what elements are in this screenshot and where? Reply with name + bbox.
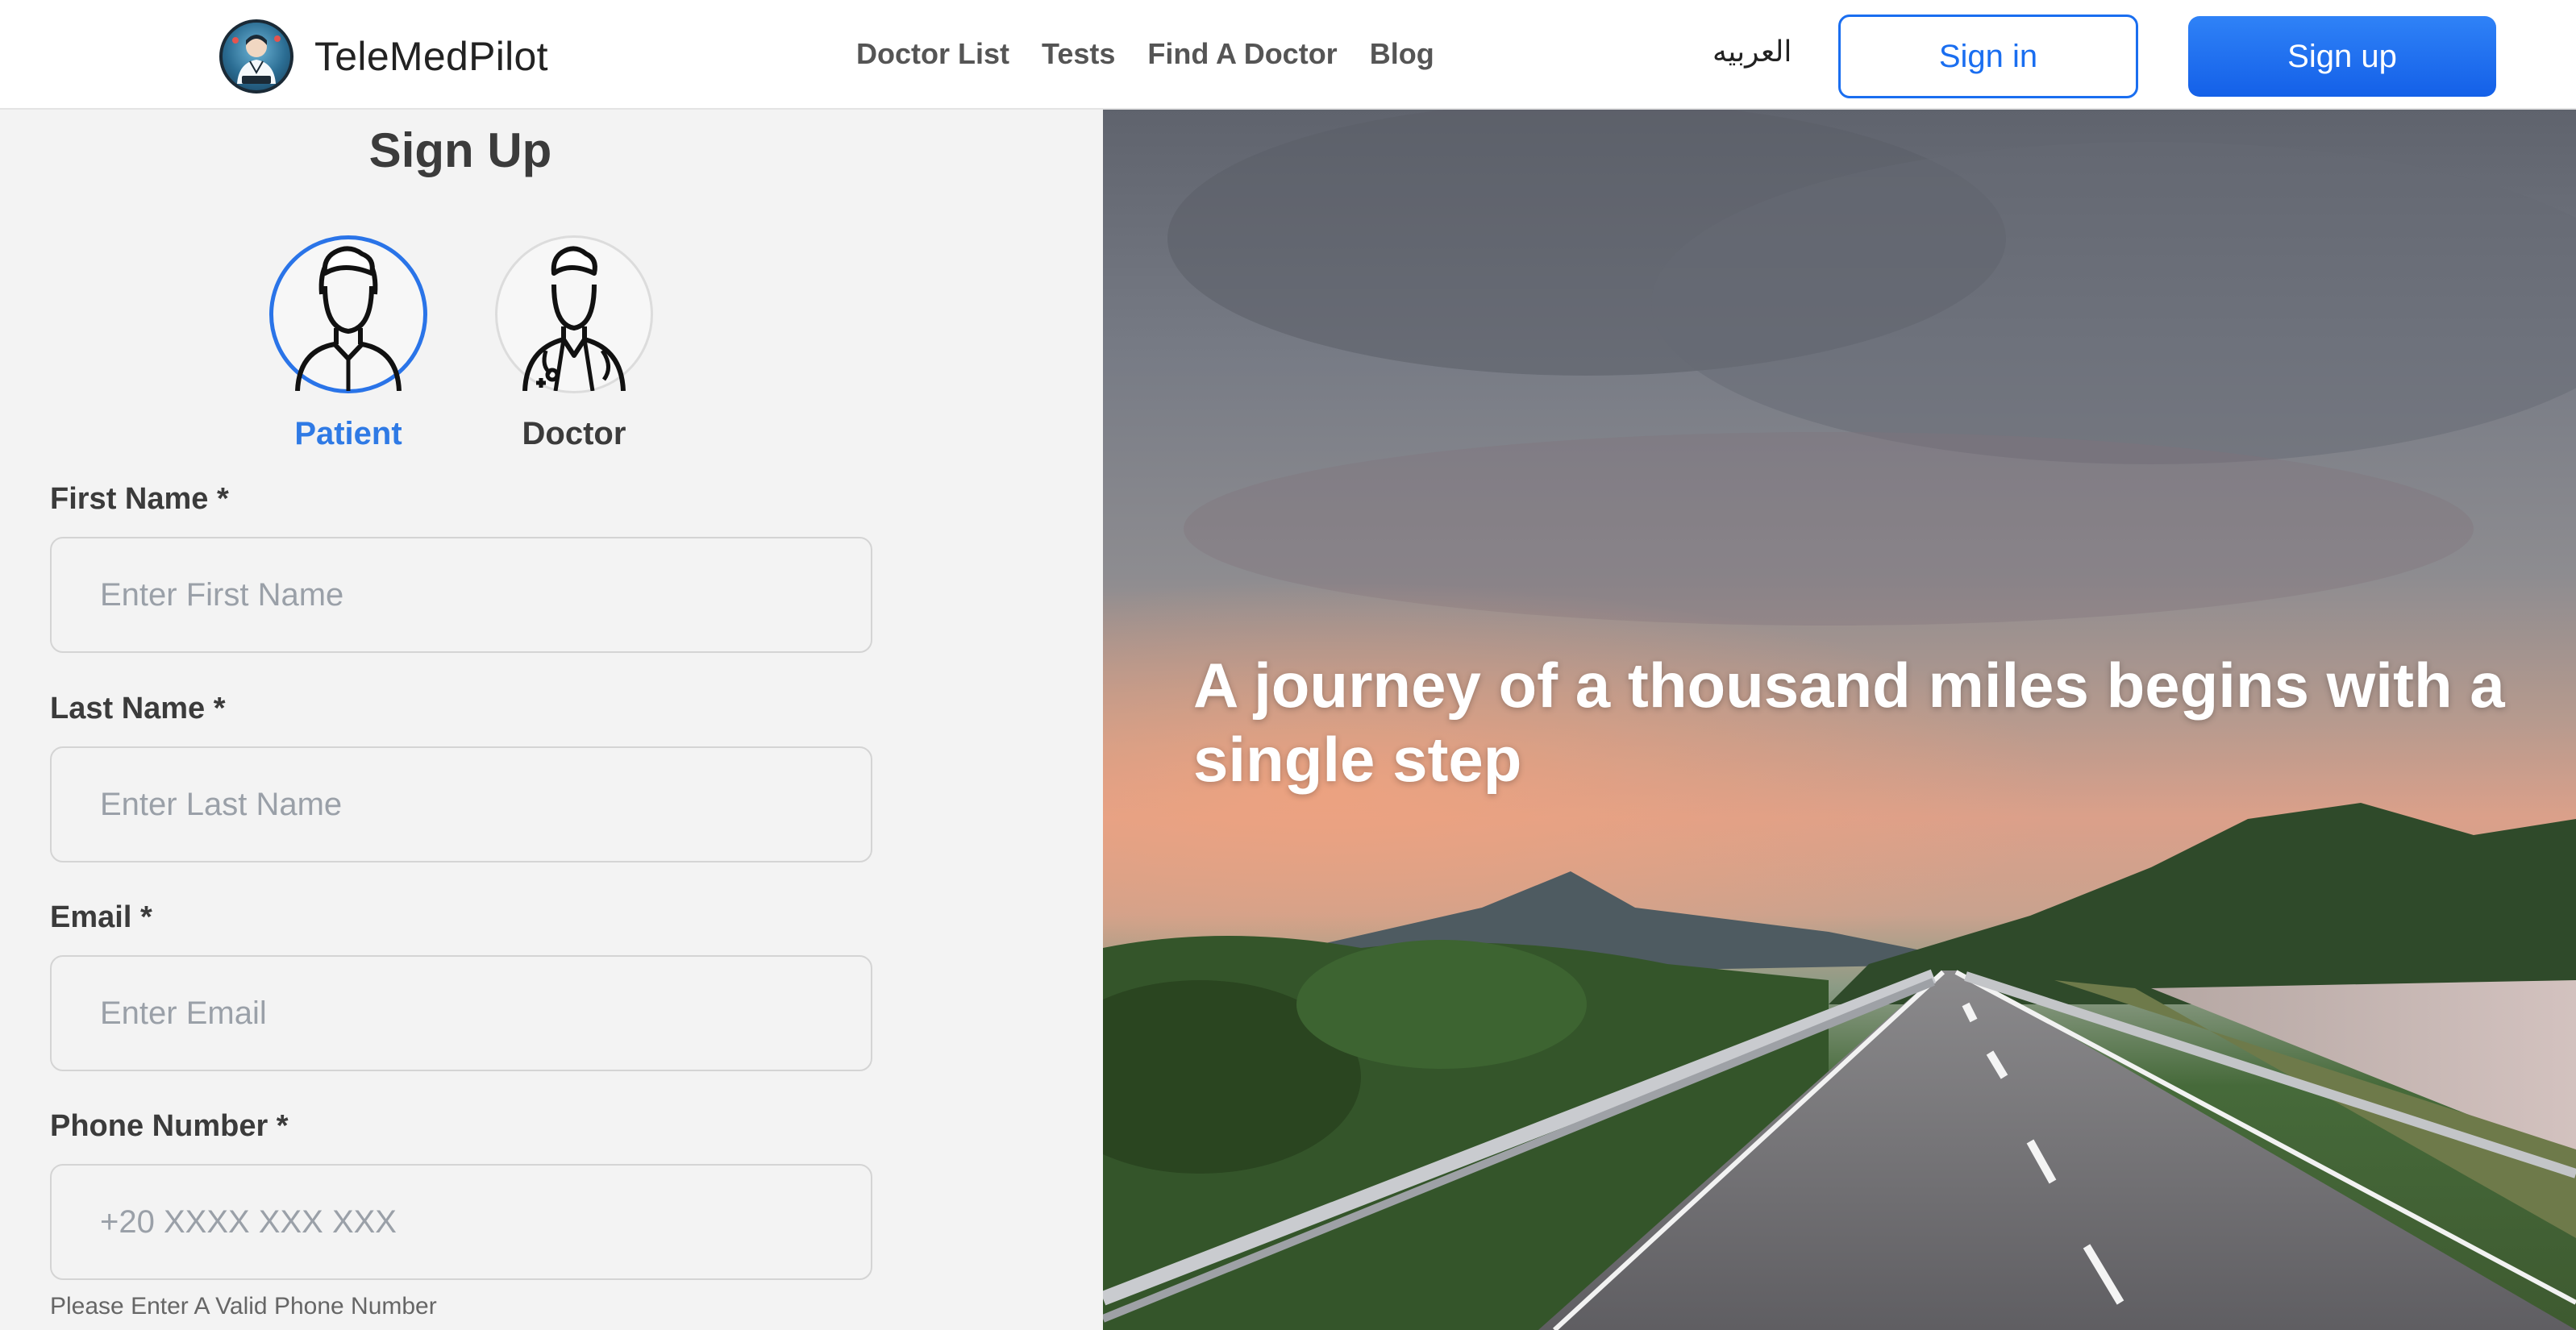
patient-avatar-icon bbox=[269, 235, 427, 393]
role-option-doctor[interactable]: Doctor bbox=[493, 235, 655, 452]
main-nav: Doctor List Tests Find A Doctor Blog bbox=[856, 37, 1434, 71]
phone-helper-text: Please Enter A Valid Phone Number bbox=[50, 1293, 437, 1320]
nav-doctor-list[interactable]: Doctor List bbox=[856, 37, 1009, 71]
sign-in-button[interactable]: Sign in bbox=[1838, 15, 2138, 98]
doctor-avatar-icon bbox=[495, 235, 653, 393]
language-toggle[interactable]: العربيه bbox=[1712, 35, 1792, 69]
hero-landscape-image: A journey of a thousand miles begins wit… bbox=[1103, 110, 2576, 1330]
brand-name: TeleMedPilot bbox=[314, 34, 548, 79]
first-name-input[interactable] bbox=[50, 537, 872, 653]
first-name-label: First Name * bbox=[50, 482, 229, 516]
role-label-patient: Patient bbox=[294, 416, 402, 451]
form-title: Sign Up bbox=[368, 123, 552, 177]
role-option-patient[interactable]: Patient bbox=[268, 235, 429, 452]
role-label-doctor: Doctor bbox=[522, 416, 626, 451]
phone-number-label: Phone Number * bbox=[50, 1109, 289, 1143]
nav-blog[interactable]: Blog bbox=[1370, 37, 1434, 71]
telemed-logo-icon bbox=[219, 19, 293, 94]
nav-tests[interactable]: Tests bbox=[1042, 37, 1115, 71]
top-navigation-bar: TeleMedPilot Doctor List Tests Find A Do… bbox=[0, 0, 2576, 110]
sign-up-button[interactable]: Sign up bbox=[2188, 16, 2496, 97]
last-name-label: Last Name * bbox=[50, 692, 226, 725]
brand[interactable]: TeleMedPilot bbox=[219, 19, 548, 94]
email-input[interactable] bbox=[50, 955, 872, 1071]
hero-quote: A journey of a thousand miles begins wit… bbox=[1193, 650, 2505, 795]
last-name-input[interactable] bbox=[50, 746, 872, 862]
nav-find-a-doctor[interactable]: Find A Doctor bbox=[1147, 37, 1337, 71]
phone-number-input[interactable] bbox=[50, 1164, 872, 1280]
email-label: Email * bbox=[50, 900, 152, 934]
